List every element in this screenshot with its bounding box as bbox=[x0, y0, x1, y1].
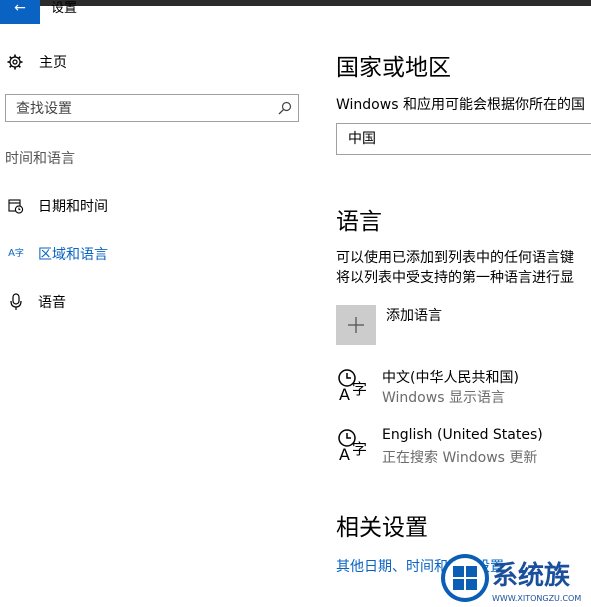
search-icon[interactable] bbox=[278, 101, 292, 115]
language-status: 正在搜索 Windows 更新 bbox=[382, 450, 538, 466]
calendar-clock-icon bbox=[7, 197, 25, 215]
language-description-line2: 将以列表中受支持的第一种语言进行显 bbox=[336, 270, 574, 286]
svg-text:A: A bbox=[339, 385, 350, 402]
home-label: 主页 bbox=[39, 55, 67, 71]
language-description-line1: 可以使用已添加到列表中的任何语言键 bbox=[336, 250, 574, 266]
watermark-logo: 系统族 WWW.XITONGZU.COM bbox=[441, 554, 581, 603]
plus-icon bbox=[348, 317, 364, 333]
sidebar-item-label: 区域和语言 bbox=[38, 247, 108, 263]
title-bar bbox=[0, 0, 591, 6]
region-description: Windows 和应用可能会根据你所在的国 bbox=[336, 97, 585, 113]
language-name[interactable]: English (United States) bbox=[382, 427, 543, 443]
language-name[interactable]: 中文(中华人民共和国) bbox=[382, 367, 519, 387]
search-box[interactable] bbox=[5, 94, 299, 122]
related-settings-heading: 相关设置 bbox=[336, 515, 428, 541]
language-pack-icon: A 字 bbox=[338, 429, 367, 462]
add-language-label[interactable]: 添加语言 bbox=[386, 305, 442, 325]
region-heading: 国家或地区 bbox=[336, 55, 451, 81]
search-input[interactable] bbox=[14, 96, 268, 122]
gear-icon bbox=[7, 54, 23, 70]
language-heading: 语言 bbox=[336, 209, 382, 235]
add-language-button[interactable] bbox=[336, 305, 376, 345]
svg-text:字: 字 bbox=[352, 380, 367, 398]
svg-text:字: 字 bbox=[352, 440, 367, 458]
svg-text:系统族: 系统族 bbox=[492, 560, 571, 591]
section-title: 时间和语言 bbox=[5, 151, 75, 167]
sidebar-item-label: 日期和时间 bbox=[38, 199, 108, 215]
microphone-icon bbox=[7, 293, 25, 311]
home-nav[interactable]: 主页 bbox=[7, 52, 67, 72]
back-button[interactable]: ← bbox=[0, 0, 40, 24]
sidebar-item-region-language[interactable]: A字 区域和语言 bbox=[7, 244, 108, 264]
svg-text:A: A bbox=[339, 445, 350, 462]
sidebar-item-label: 语音 bbox=[38, 295, 66, 311]
back-arrow-icon: ← bbox=[14, 0, 26, 16]
country-select[interactable]: 中国 bbox=[336, 123, 591, 155]
sidebar-item-date-time[interactable]: 日期和时间 bbox=[7, 196, 108, 216]
language-pack-icon: A 字 bbox=[338, 369, 367, 402]
language-status: Windows 显示语言 bbox=[382, 390, 505, 406]
language-icon: A字 bbox=[8, 248, 24, 260]
window-title: 设置 bbox=[51, 1, 78, 16]
sidebar-item-speech[interactable]: 语音 bbox=[7, 292, 66, 312]
svg-text:WWW.XITONGZU.COM: WWW.XITONGZU.COM bbox=[492, 594, 581, 603]
